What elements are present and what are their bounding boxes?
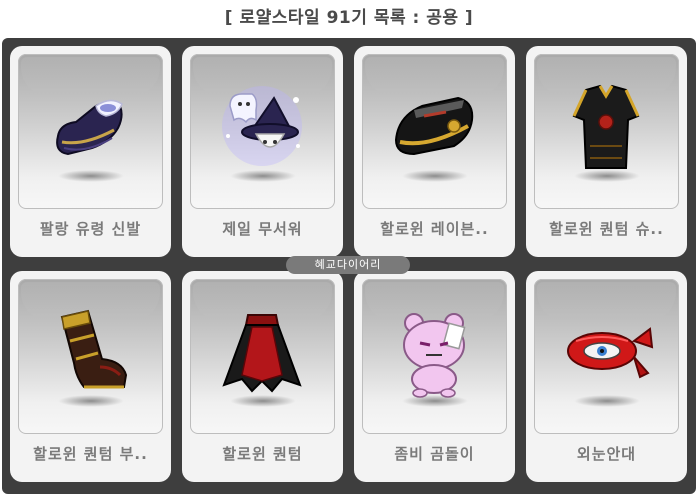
item-name: 할로윈 레이븐.. bbox=[380, 220, 489, 238]
item-card-scariest[interactable]: 제일 무서워 bbox=[182, 46, 343, 257]
item-card-zombie-bear[interactable]: 좀비 곰돌이 bbox=[354, 271, 515, 482]
item-name: 제일 무서워 bbox=[222, 220, 303, 238]
halloween-raven-hat-icon bbox=[394, 96, 474, 156]
zombie-bear-icon bbox=[403, 313, 466, 398]
item-name: 좀비 곰돌이 bbox=[394, 445, 475, 463]
item-name: 외눈안대 bbox=[576, 445, 637, 463]
item-slot bbox=[18, 54, 163, 209]
item-slot bbox=[534, 54, 679, 209]
item-card-halloween-raven[interactable]: 할로윈 레이븐.. bbox=[354, 46, 515, 257]
item-card-halloween-quantum-suit[interactable]: 할로윈 퀀텀 슈.. bbox=[526, 46, 687, 257]
item-name: 팔랑 유령 신발 bbox=[39, 220, 142, 238]
item-card-halloween-quantum-boots[interactable]: 할로윈 퀀텀 부.. bbox=[10, 271, 171, 482]
halloween-quantum-suit-icon bbox=[572, 84, 640, 169]
item-name: 할로윈 퀀텀 bbox=[222, 445, 303, 463]
item-slot bbox=[362, 279, 507, 434]
page-title: [ 로얄스타일 91기 목록 : 공용 ] bbox=[224, 8, 474, 28]
ghost-shoe-icon bbox=[56, 99, 123, 156]
item-slot bbox=[190, 54, 335, 209]
item-name: 할로윈 퀀텀 부.. bbox=[33, 445, 148, 463]
item-name: 할로윈 퀀텀 슈.. bbox=[549, 220, 664, 238]
item-card-eye-patch[interactable]: 외눈안대 bbox=[526, 271, 687, 482]
item-slot bbox=[18, 279, 163, 434]
eye-patch-icon bbox=[567, 327, 654, 379]
halloween-quantum-boots-icon bbox=[60, 309, 128, 389]
halloween-quantum-cape-icon bbox=[222, 314, 302, 393]
ghost-wizard-hat-icon bbox=[222, 86, 302, 166]
item-slot bbox=[534, 279, 679, 434]
watermark-badge: 혜교다이어리 bbox=[286, 256, 410, 274]
item-card-halloween-quantum[interactable]: 할로윈 퀀텀 bbox=[182, 271, 343, 482]
item-slot bbox=[362, 54, 507, 209]
item-slot bbox=[190, 279, 335, 434]
item-card-ghost-shoes[interactable]: 팔랑 유령 신발 bbox=[10, 46, 171, 257]
